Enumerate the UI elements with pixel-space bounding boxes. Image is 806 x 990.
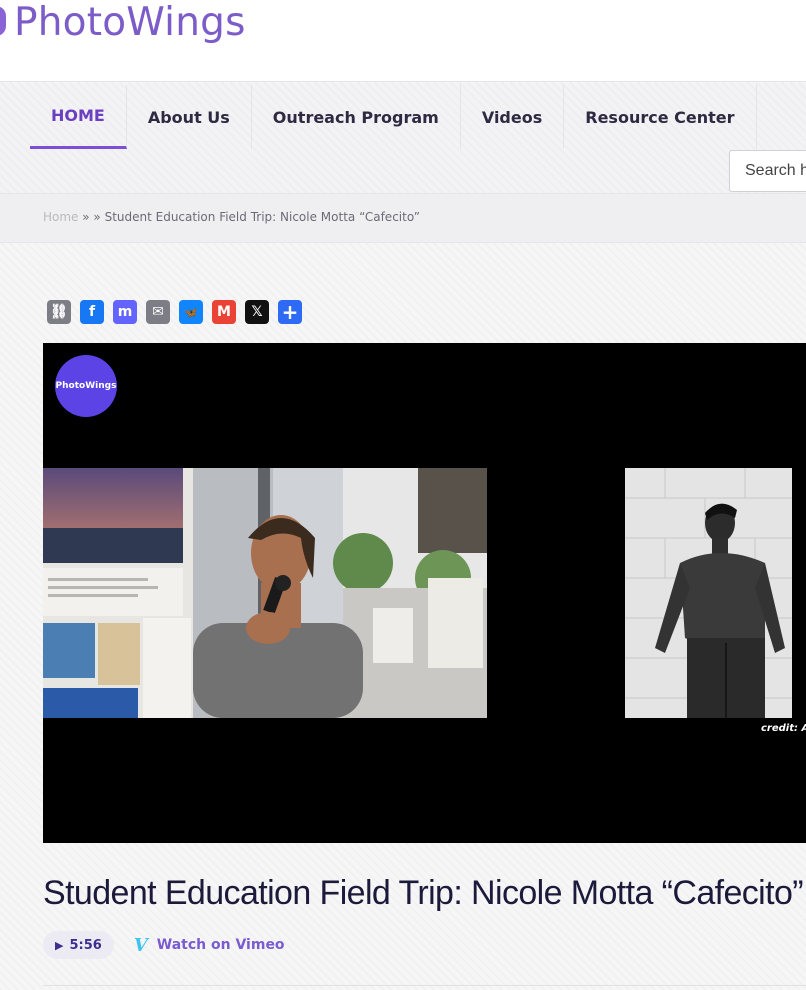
- share-bar: ⛓ f m ✉ 🦋 M 𝕏 +: [47, 300, 302, 324]
- gmail-icon[interactable]: M: [212, 300, 236, 324]
- add-share-icon[interactable]: +: [278, 300, 302, 324]
- page-title: Student Education Field Trip: Nicole Mot…: [43, 874, 804, 912]
- nav-about-us[interactable]: About Us: [127, 85, 252, 149]
- breadcrumb-current: Student Education Field Trip: Nicole Mot…: [104, 210, 420, 224]
- bluesky-icon[interactable]: 🦋: [179, 300, 203, 324]
- photowings-badge: PhotoWings: [55, 355, 117, 417]
- search-input[interactable]: Search here: [729, 150, 806, 192]
- video-player[interactable]: PhotoWings credit: A: [43, 343, 806, 843]
- watch-on-vimeo-link[interactable]: V Watch on Vimeo: [134, 935, 285, 956]
- breadcrumb-home-link[interactable]: Home: [43, 210, 78, 224]
- duration-text: 5:56: [69, 937, 102, 953]
- video-meta: ▶ 5:56 V Watch on Vimeo: [43, 931, 285, 959]
- portrait-image: [625, 468, 792, 718]
- video-frame-portrait: [625, 468, 792, 718]
- speaker-scene-image: [43, 468, 487, 718]
- breadcrumb-separator: » »: [78, 210, 105, 224]
- duration-badge[interactable]: ▶ 5:56: [43, 931, 114, 959]
- facebook-icon[interactable]: f: [80, 300, 104, 324]
- copy-link-icon[interactable]: ⛓: [47, 300, 71, 324]
- site-header: PhotoWings: [0, 0, 806, 82]
- play-icon: ▶: [55, 938, 64, 952]
- navigation-bar: HOME About Us Outreach Program Videos Re…: [0, 83, 806, 193]
- photo-credit: credit: A: [761, 723, 806, 734]
- site-logo[interactable]: PhotoWings: [14, 0, 246, 46]
- watch-on-vimeo-label: Watch on Vimeo: [156, 937, 285, 953]
- nav-home[interactable]: HOME: [30, 85, 127, 149]
- vimeo-icon: V: [133, 934, 148, 956]
- email-icon[interactable]: ✉: [146, 300, 170, 324]
- breadcrumb: Home » » Student Education Field Trip: N…: [43, 210, 420, 224]
- video-frame-speaker: [43, 468, 487, 718]
- nav-resource-center[interactable]: Resource Center: [564, 85, 757, 149]
- nav-videos[interactable]: Videos: [461, 85, 565, 149]
- main-nav: HOME About Us Outreach Program Videos Re…: [30, 85, 757, 149]
- divider: [43, 985, 806, 986]
- mastodon-icon[interactable]: m: [113, 300, 137, 324]
- x-icon[interactable]: 𝕏: [245, 300, 269, 324]
- breadcrumb-bar: Home » » Student Education Field Trip: N…: [0, 193, 806, 243]
- nav-outreach-program[interactable]: Outreach Program: [252, 85, 461, 149]
- logo-mark[interactable]: [0, 6, 6, 36]
